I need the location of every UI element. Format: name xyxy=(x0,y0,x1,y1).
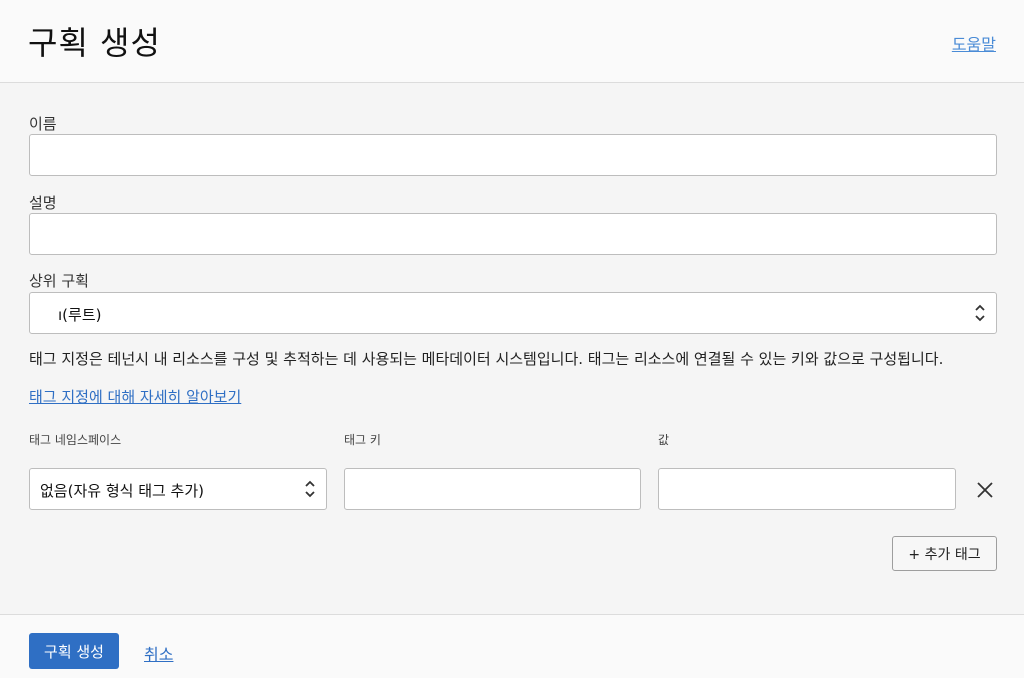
chevron-up-down-icon xyxy=(305,480,315,498)
tag-key-header: 태그 키 xyxy=(344,433,381,447)
tag-key-input[interactable] xyxy=(344,468,641,510)
description-input[interactable] xyxy=(29,213,997,255)
learn-more-tagging-link[interactable]: 태그 지정에 대해 자세히 알아보기 xyxy=(29,386,241,407)
tag-namespace-header: 태그 네임스페이스 xyxy=(29,433,122,447)
tag-namespace-value: 없음(자유 형식 태그 추가) xyxy=(40,482,205,500)
parent-compartment-select[interactable]: ı(루트) xyxy=(29,292,997,334)
add-tag-button[interactable]: + 추가 태그 xyxy=(892,536,997,571)
chevron-up-down-icon xyxy=(975,304,985,322)
name-label: 이름 xyxy=(29,115,57,133)
create-compartment-button[interactable]: 구획 생성 xyxy=(29,633,119,669)
page-title: 구획 생성 xyxy=(28,24,161,62)
tag-value-header: 값 xyxy=(658,433,670,447)
description-label: 설명 xyxy=(29,194,57,212)
parent-compartment-label: 상위 구획 xyxy=(29,272,89,290)
page-header: 구획 생성 도움말 xyxy=(0,0,1024,83)
page-footer: 구획 생성 취소 xyxy=(0,614,1024,678)
cancel-link[interactable]: 취소 xyxy=(144,641,173,665)
name-input[interactable] xyxy=(29,134,997,176)
tagging-description: 태그 지정은 테넌시 내 리소스를 구성 및 추적하는 데 사용되는 메타데이터… xyxy=(29,350,944,368)
tag-namespace-select[interactable]: 없음(자유 형식 태그 추가) xyxy=(29,468,327,510)
remove-tag-close-icon[interactable] xyxy=(975,480,995,500)
help-link[interactable]: 도움말 xyxy=(952,31,996,55)
parent-compartment-value: ı(루트) xyxy=(58,306,102,324)
tag-value-input[interactable] xyxy=(658,468,956,510)
